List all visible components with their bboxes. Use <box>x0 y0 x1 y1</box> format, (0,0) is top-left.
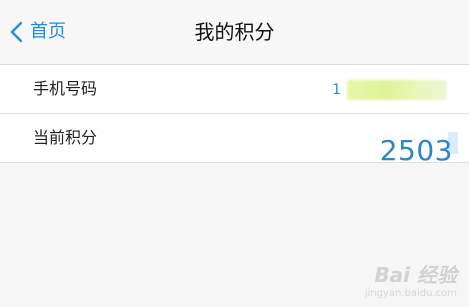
phone-redacted-mask <box>347 80 447 100</box>
phone-visible-digit: 1 <box>332 82 341 98</box>
phone-row: 手机号码 1 <box>0 65 469 114</box>
screen: 首页 我的积分 手机号码 1 当前积分 2503 Bai 经验 jingyan.… <box>0 0 469 307</box>
points-row: 当前积分 2503 <box>0 114 469 167</box>
watermark-url: jingyan.baidu.com <box>364 288 457 299</box>
watermark-logo: Bai 经验 <box>374 263 457 287</box>
points-value: 2503 <box>379 134 453 167</box>
points-label: 当前积分 <box>33 128 98 147</box>
page-title: 我的积分 <box>194 20 275 44</box>
info-list: 手机号码 1 当前积分 2503 <box>0 64 469 167</box>
navigation-bar: 首页 我的积分 <box>0 0 469 64</box>
phone-label: 手机号码 <box>33 79 98 98</box>
watermark: Bai 经验 jingyan.baidu.com <box>365 259 457 299</box>
phone-value: 1 <box>332 79 447 101</box>
